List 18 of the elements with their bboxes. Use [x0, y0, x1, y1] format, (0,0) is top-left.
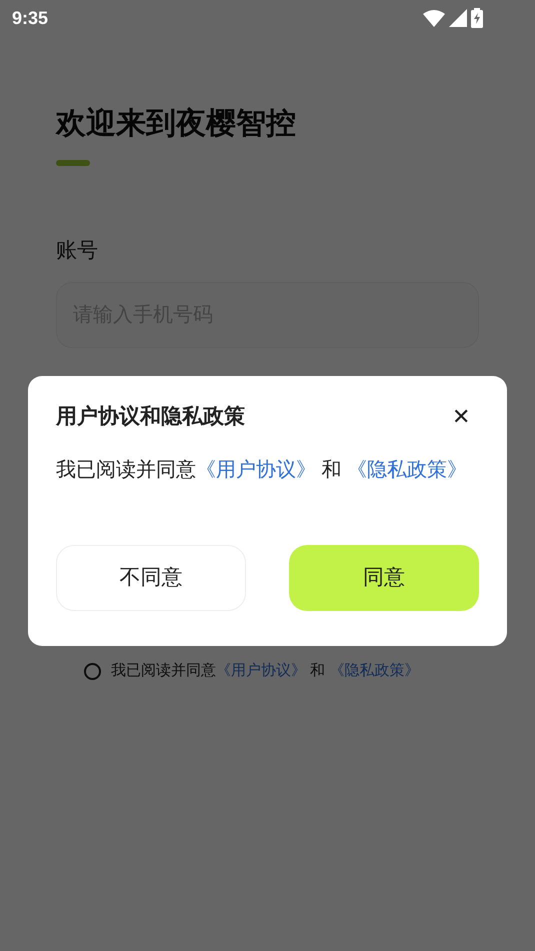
agreement-link[interactable]: 《用户协议》	[216, 662, 306, 679]
title-underline	[56, 160, 90, 166]
status-time: 9:35	[12, 6, 48, 30]
agreement-text: 我已阅读并同意《用户协议》 和 《隐私政策》	[111, 661, 420, 681]
agreement-radio[interactable]	[84, 662, 101, 680]
dialog-message: 我已阅读并同意《用户协议》 和 《隐私政策》	[56, 458, 468, 483]
disagree-button[interactable]: 不同意	[56, 545, 246, 611]
welcome-title: 欢迎来到夜樱智控	[56, 106, 297, 142]
wifi-icon	[423, 9, 445, 27]
account-label: 账号	[56, 238, 99, 264]
battery-icon	[471, 8, 483, 28]
agree-button[interactable]: 同意	[289, 545, 479, 611]
agreement-link[interactable]: 《用户协议》	[196, 459, 316, 481]
signal-icon	[449, 9, 467, 27]
agreement-link[interactable]: 《隐私政策》	[347, 459, 468, 481]
close-button[interactable]: ✕	[449, 405, 473, 429]
dialog-title: 用户协议和隐私政策	[56, 404, 245, 430]
agreement-link[interactable]: 《隐私政策》	[329, 662, 420, 679]
